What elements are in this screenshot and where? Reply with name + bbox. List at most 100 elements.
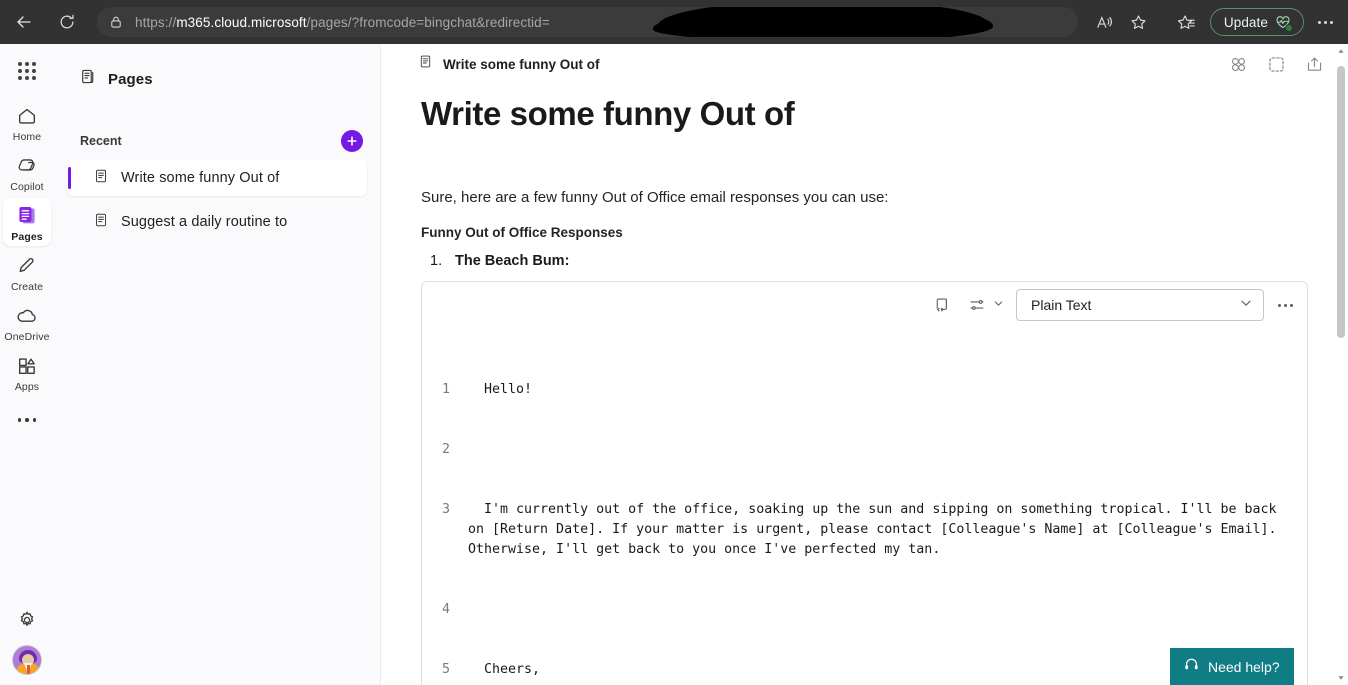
app-launcher-button[interactable] — [7, 54, 47, 88]
line-number: 4 — [441, 602, 450, 617]
page-list-item-write-some-funny[interactable]: Write some funny Out of — [67, 160, 367, 196]
rail-item-home-label: Home — [12, 131, 42, 143]
url-scheme: https:// — [135, 14, 177, 30]
url-path: /pages/?fromcode=bingchat&redirectid= — [306, 14, 550, 30]
update-button-label: Update — [1223, 14, 1268, 30]
breadcrumb: Write some funny Out of — [418, 54, 600, 74]
line-text: Cheers, — [468, 662, 541, 677]
waffle-icon — [18, 62, 36, 80]
page-doc-icon — [93, 168, 109, 189]
new-page-button[interactable] — [341, 130, 363, 152]
copy-code-icon[interactable] — [932, 294, 954, 316]
gear-icon — [14, 607, 40, 633]
page-doc-icon — [93, 212, 109, 233]
pages-nav-header: Pages — [67, 62, 367, 90]
scrollbar-up-arrow[interactable] — [1334, 44, 1348, 58]
browser-toolbar: https://m365.cloud.microsoft/pages/?from… — [0, 0, 1348, 44]
rail-item-create-label: Create — [10, 281, 44, 293]
browser-essentials-icon — [1274, 13, 1293, 32]
code-toolbar-1: Plain Text — [422, 282, 1307, 328]
copilot-icon — [14, 153, 40, 179]
code-line: 4 — [438, 600, 1291, 620]
create-pen-icon — [14, 253, 40, 279]
collections-button[interactable] — [1170, 5, 1204, 39]
rail-item-copilot-label: Copilot — [10, 181, 44, 193]
recent-label: Recent — [80, 134, 122, 148]
line-number: 3 — [441, 502, 450, 517]
list-item-1-label: The Beach Bum: — [455, 253, 570, 269]
language-select-value: Plain Text — [1031, 297, 1092, 313]
rail-item-copilot[interactable]: Copilot — [3, 148, 51, 196]
avatar-tie — [26, 665, 30, 674]
share-icon[interactable] — [1302, 52, 1326, 76]
apps-clover-icon[interactable] — [1226, 52, 1250, 76]
recent-section-header: Recent — [67, 130, 367, 152]
pages-header-icon — [80, 68, 97, 90]
document-topbar: Write some funny Out of — [381, 44, 1348, 84]
url-text: https://m365.cloud.microsoft/pages/?from… — [131, 15, 550, 30]
back-button[interactable] — [7, 5, 41, 39]
document-subheading: Funny Out of Office Responses — [421, 225, 623, 240]
line-number: 2 — [441, 442, 450, 457]
headset-icon — [1183, 656, 1200, 678]
document-scrollbar[interactable] — [1334, 44, 1348, 685]
code-settings-sliders-icon[interactable] — [966, 294, 988, 316]
immersive-reader-icon[interactable] — [1264, 52, 1288, 76]
rail-item-pages[interactable]: Pages — [3, 198, 51, 246]
line-text: I'm currently out of the office, soaking… — [468, 502, 1285, 557]
app-shell: Home Copilot Pages Create OneDrive Apps … — [0, 44, 1348, 685]
line-number: 5 — [441, 662, 450, 677]
more-dots-icon — [17, 418, 37, 422]
rail-more-button[interactable] — [3, 402, 51, 438]
left-icon-rail: Home Copilot Pages Create OneDrive Apps — [0, 44, 54, 685]
page-title: Write some funny Out of — [421, 95, 795, 132]
chevron-down-icon — [1239, 296, 1253, 315]
rail-settings-button[interactable] — [3, 607, 51, 633]
page-list-item-label: Suggest a daily routine to — [121, 214, 288, 230]
code-block-1: Plain Text 1 Hello! 2 3 I'm currently ou… — [421, 281, 1308, 685]
code-settings-group[interactable] — [966, 294, 1004, 316]
pages-nav-panel: Pages Recent Write some funny Out of Sug… — [54, 44, 380, 685]
page-list-item-suggest-daily-routine[interactable]: Suggest a daily routine to — [67, 204, 367, 240]
update-badge-dot — [1285, 24, 1293, 32]
code-line: 5 Cheers, — [438, 660, 1291, 680]
code-line: 1 Hello! — [438, 380, 1291, 400]
code-more-options-button-1[interactable] — [1276, 303, 1295, 307]
lock-icon — [101, 7, 131, 37]
line-text: Hello! — [468, 382, 533, 397]
rail-item-apps[interactable]: Apps — [3, 348, 51, 396]
need-help-widget[interactable]: Need help? — [1170, 648, 1294, 685]
read-aloud-button[interactable] — [1088, 5, 1122, 39]
reload-button[interactable] — [50, 5, 84, 39]
code-settings-chevron-icon[interactable] — [993, 296, 1004, 314]
address-bar[interactable]: https://m365.cloud.microsoft/pages/?from… — [97, 7, 1078, 37]
rail-item-home[interactable]: Home — [3, 98, 51, 146]
browser-settings-more-button[interactable] — [1308, 5, 1342, 39]
rail-item-create[interactable]: Create — [3, 248, 51, 296]
pages-icon — [14, 203, 40, 229]
avatar[interactable] — [12, 645, 42, 675]
need-help-label: Need help? — [1208, 658, 1280, 675]
document-pane: Write some funny Out of Write some funny… — [380, 44, 1348, 685]
code-line: 3 I'm currently out of the office, soaki… — [438, 500, 1291, 560]
home-icon — [14, 103, 40, 129]
rail-item-onedrive-label: OneDrive — [4, 331, 50, 343]
scrollbar-down-arrow[interactable] — [1334, 671, 1348, 685]
rail-item-pages-label: Pages — [11, 231, 43, 243]
pages-nav-title: Pages — [108, 70, 153, 88]
breadcrumb-doc-icon — [418, 54, 433, 74]
document-intro-text: Sure, here are a few funny Out of Office… — [421, 189, 889, 206]
url-redaction-blob — [658, 7, 988, 37]
favorites-star-button[interactable] — [1122, 5, 1156, 39]
scrollbar-thumb[interactable] — [1337, 66, 1345, 338]
apps-grid-icon — [14, 353, 40, 379]
breadcrumb-label: Write some funny Out of — [443, 56, 600, 72]
code-line: 2 — [438, 440, 1291, 460]
rail-item-onedrive[interactable]: OneDrive — [3, 298, 51, 346]
code-content-1[interactable]: 1 Hello! 2 3 I'm currently out of the of… — [422, 328, 1307, 685]
language-select-1[interactable]: Plain Text — [1016, 289, 1264, 321]
line-number: 1 — [441, 382, 450, 397]
update-button[interactable]: Update — [1209, 8, 1304, 36]
onedrive-cloud-icon — [14, 303, 40, 329]
list-item-1-number: 1. — [430, 253, 443, 269]
